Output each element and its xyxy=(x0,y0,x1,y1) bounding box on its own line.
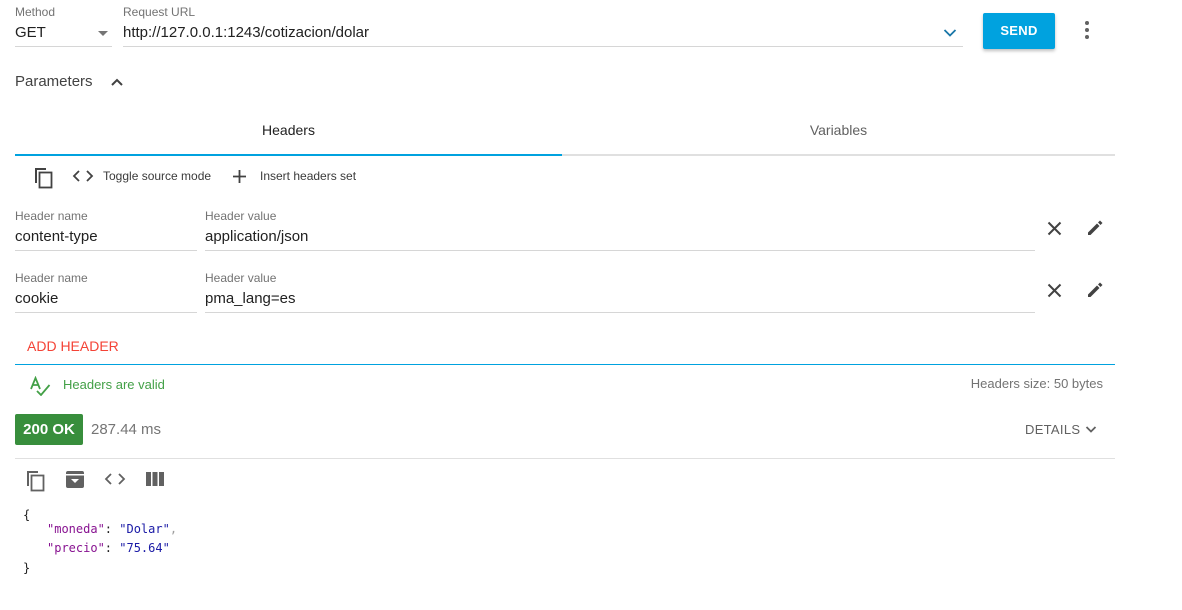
chevron-down-icon[interactable] xyxy=(943,28,957,38)
more-vert-icon[interactable] xyxy=(1083,20,1091,40)
header-name-input[interactable]: content-type xyxy=(15,228,195,245)
columns-icon[interactable] xyxy=(146,472,164,486)
url-value: http://127.0.0.1:1243/cotizacion/dolar xyxy=(123,24,370,41)
json-key: "moneda" xyxy=(47,522,105,536)
send-button[interactable]: SEND xyxy=(983,13,1055,49)
status-badge: 200 OK xyxy=(15,414,83,445)
archive-icon[interactable] xyxy=(65,469,85,489)
spellcheck-icon xyxy=(30,376,51,396)
close-icon[interactable] xyxy=(1047,221,1062,236)
insert-headers-set-label: Insert headers set xyxy=(260,169,357,183)
response-time: 287.44 ms xyxy=(91,421,162,438)
header-value-input[interactable]: pma_lang=es xyxy=(205,290,1030,307)
tab-indicator xyxy=(15,154,562,156)
code-icon[interactable] xyxy=(104,472,126,486)
header-name-label: Header name xyxy=(15,271,88,285)
tab-headers[interactable]: Headers xyxy=(15,114,562,146)
code-icon xyxy=(72,170,94,182)
add-header-divider xyxy=(15,364,1115,365)
copy-icon[interactable] xyxy=(24,468,46,492)
header-name-label: Header name xyxy=(15,209,88,223)
toggle-source-label: Toggle source mode xyxy=(103,169,212,183)
header-value-label: Header value xyxy=(205,271,277,285)
edit-icon[interactable] xyxy=(1086,219,1104,237)
json-line-precio: "precio": "75.64" xyxy=(47,541,170,555)
url-label: Request URL xyxy=(123,5,196,19)
method-label: Method xyxy=(15,5,56,19)
json-close-brace: } xyxy=(23,561,31,575)
url-input[interactable]: http://127.0.0.1:1243/cotizacion/dolar xyxy=(123,22,963,46)
header-value-label: Header value xyxy=(205,209,277,223)
edit-icon[interactable] xyxy=(1086,281,1104,299)
tab-variables[interactable]: Variables xyxy=(562,114,1115,146)
json-key: "precio" xyxy=(47,541,105,555)
json-open-brace: { xyxy=(23,508,31,522)
header-name-input[interactable]: cookie xyxy=(15,290,195,307)
details-button[interactable]: DETAILS xyxy=(1025,421,1097,439)
header-value-input[interactable]: application/json xyxy=(205,228,1030,245)
json-string-value: "75.64" xyxy=(119,541,170,555)
json-line-moneda: "moneda": "Dolar", xyxy=(47,522,178,536)
headers-valid-text: Headers are valid xyxy=(63,377,165,392)
json-string-value: "Dolar" xyxy=(119,522,170,536)
response-divider xyxy=(15,458,1115,459)
copy-icon[interactable] xyxy=(32,165,54,189)
method-select[interactable]: GET xyxy=(15,22,112,46)
parameters-title: Parameters xyxy=(15,73,93,90)
add-header-button[interactable]: ADD HEADER xyxy=(27,338,119,354)
plus-icon xyxy=(233,170,246,183)
parameters-toggle[interactable]: Parameters xyxy=(15,73,123,93)
close-icon[interactable] xyxy=(1047,283,1062,298)
chevron-down-icon xyxy=(1085,426,1097,433)
method-value: GET xyxy=(15,24,46,41)
chevron-up-icon xyxy=(111,78,123,86)
headers-size-text: Headers size: 50 bytes xyxy=(970,376,1103,391)
details-label: DETAILS xyxy=(1025,422,1081,437)
chevron-down-icon xyxy=(98,31,108,36)
